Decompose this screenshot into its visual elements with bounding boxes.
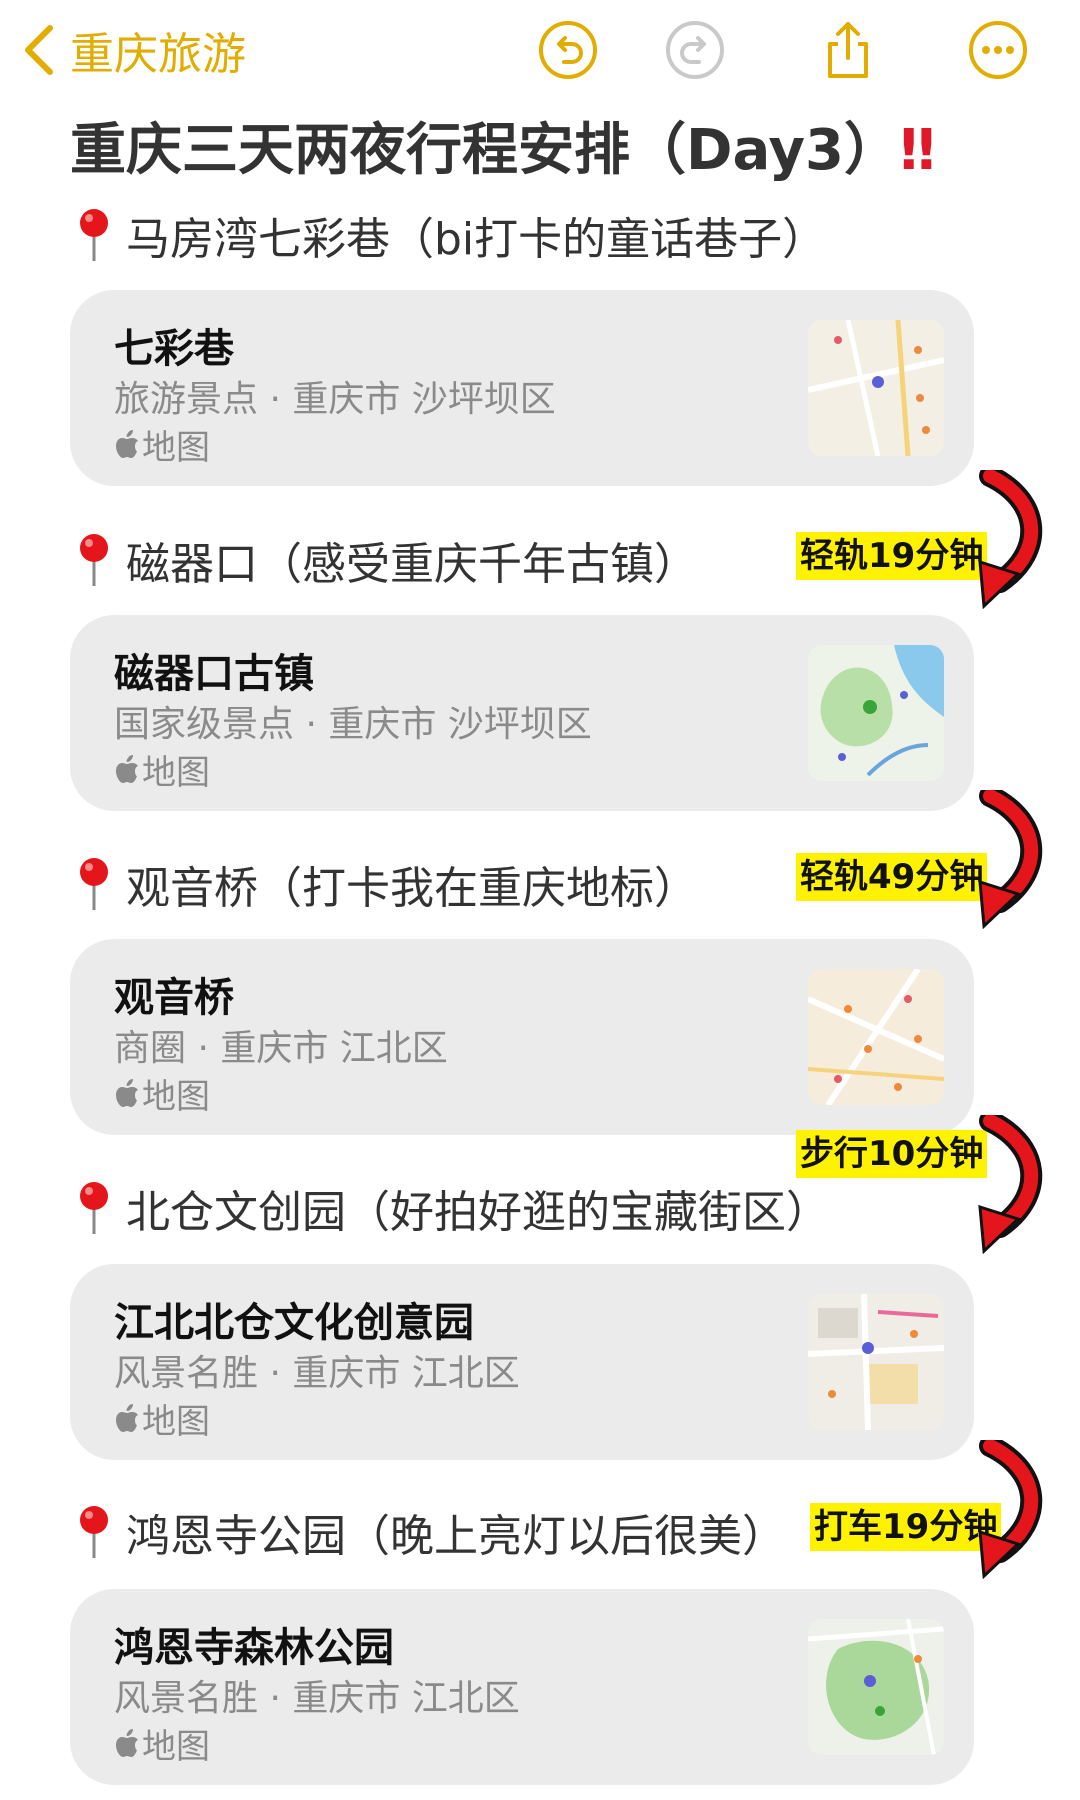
undo-icon: [539, 21, 597, 79]
double-exclamation-icon: ‼: [900, 118, 935, 183]
place-source: 地图: [114, 1394, 210, 1443]
toolbar: 重庆旅游: [0, 0, 1080, 100]
place-subtitle: 国家级景点 · 重庆市 沙坪坝区: [114, 704, 592, 745]
pushpin-icon: [80, 209, 108, 261]
place-subtitle: 商圈 · 重庆市 江北区: [114, 1028, 448, 1069]
share-icon: [828, 22, 868, 78]
place-source-label: 地图: [142, 428, 210, 468]
pushpin-icon: [80, 1182, 108, 1234]
redo-icon: [666, 21, 724, 79]
apple-logo-icon: [116, 1403, 138, 1432]
back-button[interactable]: 重庆旅游: [22, 20, 246, 80]
place-card[interactable]: 观音桥 商圈 · 重庆市 江北区 地图: [70, 939, 974, 1135]
place-source-label: 地图: [142, 1727, 210, 1767]
place-source: 地图: [114, 420, 210, 469]
section-heading: 观音桥（打卡我在重庆地标）: [74, 852, 698, 916]
transit-badge: 轻轨49分钟: [796, 853, 988, 901]
map-thumbnail[interactable]: [808, 645, 944, 781]
place-source-label: 地图: [142, 1077, 210, 1117]
back-label: 重庆旅游: [70, 29, 246, 80]
redo-button[interactable]: [663, 18, 727, 82]
place-source: 地图: [114, 745, 210, 794]
section-heading-text: 观音桥（打卡我在重庆地标）: [126, 863, 698, 914]
place-card[interactable]: 七彩巷 旅游景点 · 重庆市 沙坪坝区 地图: [70, 290, 974, 486]
pushpin-icon: [80, 858, 108, 910]
section-heading: 马房湾七彩巷（bi打卡的童话巷子）: [74, 203, 826, 267]
pushpin-icon: [80, 534, 108, 586]
place-card[interactable]: 江北北仓文化创意园 风景名胜 · 重庆市 江北区 地图: [70, 1264, 974, 1460]
curved-arrow-icon: [978, 1440, 1043, 1580]
chevron-left-icon: [25, 25, 53, 75]
place-title: 鸿恩寺森林公园: [114, 1625, 394, 1671]
section-heading: 鸿恩寺公园（晚上亮灯以后很美）: [74, 1500, 786, 1564]
place-source: 地图: [114, 1719, 210, 1768]
map-thumbnail[interactable]: [808, 1619, 944, 1755]
apple-logo-icon: [116, 429, 138, 458]
map-thumbnail[interactable]: [808, 1294, 944, 1430]
place-subtitle: 风景名胜 · 重庆市 江北区: [114, 1678, 520, 1719]
apple-logo-icon: [116, 1078, 138, 1107]
curved-arrow-icon: [978, 1115, 1043, 1255]
place-title: 七彩巷: [114, 326, 234, 372]
more-icon: [969, 21, 1027, 79]
page-title: 重庆三天两夜行程安排（Day3）‼: [70, 105, 1070, 186]
transit-badge: 步行10分钟: [796, 1130, 988, 1178]
curved-arrow-icon: [978, 470, 1043, 610]
place-title: 观音桥: [114, 975, 234, 1021]
place-subtitle: 旅游景点 · 重庆市 沙坪坝区: [114, 379, 556, 420]
section-heading-text: 磁器口（感受重庆千年古镇）: [126, 539, 698, 590]
curved-arrow-icon: [978, 790, 1043, 930]
section-heading-text: 马房湾七彩巷（bi打卡的童话巷子）: [126, 214, 827, 265]
section-heading: 磁器口（感受重庆千年古镇）: [74, 528, 698, 592]
map-thumbnail[interactable]: [808, 969, 944, 1105]
section-heading-text: 北仓文创园（好拍好逛的宝藏街区）: [126, 1187, 830, 1238]
place-card[interactable]: 鸿恩寺森林公园 风景名胜 · 重庆市 江北区 地图: [70, 1589, 974, 1785]
place-title: 江北北仓文化创意园: [114, 1300, 474, 1346]
place-source-label: 地图: [142, 1402, 210, 1442]
place-subtitle: 风景名胜 · 重庆市 江北区: [114, 1353, 520, 1394]
section-heading: 北仓文创园（好拍好逛的宝藏街区）: [74, 1176, 830, 1240]
place-title: 磁器口古镇: [114, 651, 314, 697]
more-button[interactable]: [966, 18, 1030, 82]
apple-logo-icon: [116, 1728, 138, 1757]
place-source-label: 地图: [142, 753, 210, 793]
place-source: 地图: [114, 1069, 210, 1118]
section-heading-text: 鸿恩寺公园（晚上亮灯以后很美）: [126, 1511, 786, 1562]
apple-logo-icon: [116, 754, 138, 783]
place-card[interactable]: 磁器口古镇 国家级景点 · 重庆市 沙坪坝区 地图: [70, 615, 974, 811]
undo-button[interactable]: [536, 18, 600, 82]
transit-badge: 轻轨19分钟: [796, 532, 988, 580]
pushpin-icon: [80, 1506, 108, 1558]
share-button[interactable]: [816, 18, 880, 82]
map-thumbnail[interactable]: [808, 320, 944, 456]
page-title-text: 重庆三天两夜行程安排（Day3）: [70, 118, 901, 183]
